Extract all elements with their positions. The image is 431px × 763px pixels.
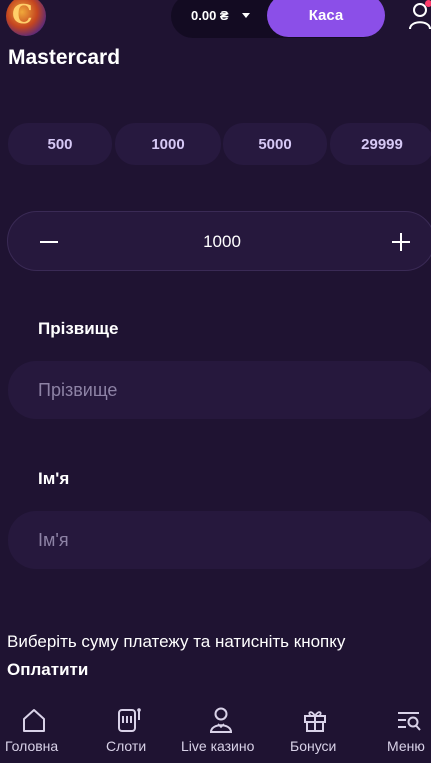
nav-label-menu: Меню xyxy=(387,738,425,754)
gift-icon xyxy=(304,711,326,732)
amount-value[interactable]: 1000 xyxy=(8,212,431,272)
minus-icon[interactable] xyxy=(38,231,60,253)
menu-search-icon xyxy=(398,712,421,731)
amount-preset-5000[interactable]: 5000 xyxy=(223,123,327,165)
page-title: Mastercard xyxy=(8,46,121,69)
nav-item-live-casino[interactable]: Live казино xyxy=(178,697,268,763)
cashier-button[interactable]: Каса xyxy=(267,0,385,37)
amount-preset-29999[interactable]: 29999 xyxy=(330,123,431,165)
surname-label: Прізвище xyxy=(38,319,119,338)
surname-field[interactable] xyxy=(8,361,431,419)
nav-label-slots: Слоти xyxy=(106,738,147,754)
instructions-text: Виберіть суму платежу та натисніть кнопк… xyxy=(7,632,346,651)
nav-label-home: Головна xyxy=(5,738,59,754)
logo-mark-icon: C xyxy=(12,0,33,30)
nav-item-home[interactable]: Головна xyxy=(0,697,68,763)
slot-machine-icon xyxy=(118,708,141,732)
nav-item-menu[interactable]: Меню xyxy=(380,697,431,763)
amount-presets: 500 1000 5000 29999 xyxy=(8,123,431,167)
amount-preset-500[interactable]: 500 xyxy=(8,123,112,165)
top-bar: C 0.00 ₴ Каса xyxy=(0,0,431,40)
nav-item-slots[interactable]: Слоти xyxy=(100,697,160,763)
notification-dot xyxy=(425,0,431,7)
amount-preset-1000[interactable]: 1000 xyxy=(115,123,221,165)
nav-item-bonuses[interactable]: Бонуси xyxy=(284,697,350,763)
balance-amount[interactable]: 0.00 ₴ xyxy=(191,8,229,23)
first-name-field[interactable] xyxy=(8,511,431,569)
nav-label-live-casino: Live казино xyxy=(181,738,255,754)
dealer-icon xyxy=(209,707,233,733)
nav-label-bonuses: Бонуси xyxy=(290,738,337,754)
plus-icon[interactable] xyxy=(390,231,412,253)
payment-instructions: Виберіть суму платежу та натисніть кнопк… xyxy=(7,628,431,684)
amount-stepper: 1000 xyxy=(7,211,431,271)
instructions-emphasis: Оплатити xyxy=(7,660,89,679)
home-icon xyxy=(23,709,45,732)
first-name-label: Ім'я xyxy=(38,469,70,488)
bottom-navigation: Головна Слоти Live казино Бонуси Меню xyxy=(0,697,431,763)
chevron-down-icon[interactable] xyxy=(242,13,250,18)
